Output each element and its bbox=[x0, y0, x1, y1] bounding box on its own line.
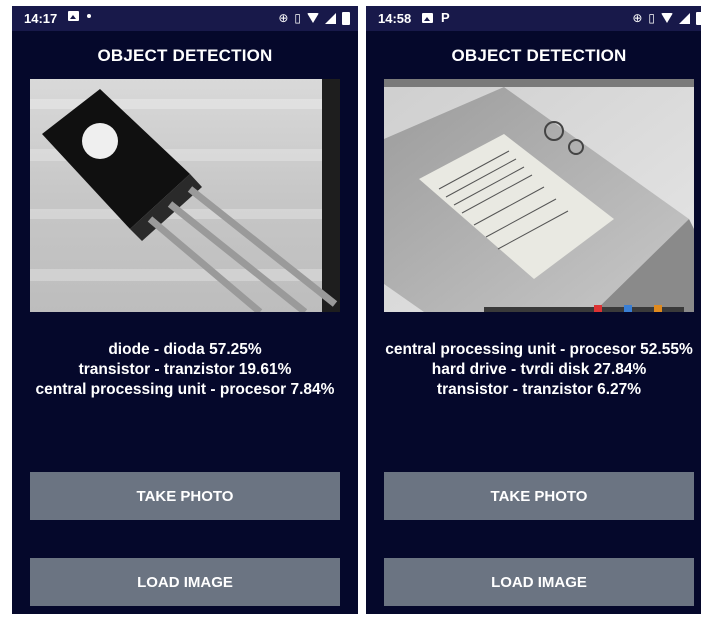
hard-drive-photo bbox=[384, 79, 694, 312]
image-icon bbox=[422, 13, 433, 23]
wifi-icon bbox=[307, 13, 319, 23]
status-time: 14:58 bbox=[378, 11, 412, 26]
wifi-icon bbox=[661, 13, 673, 23]
take-photo-button[interactable]: TAKE PHOTO bbox=[384, 472, 694, 520]
p-icon: P bbox=[441, 10, 450, 25]
status-bar: 14:17 ⊕ ▯ bbox=[12, 6, 358, 31]
result-line: hard drive - tvrdi disk 27.84% bbox=[431, 361, 647, 378]
transistor-photo bbox=[30, 79, 340, 312]
detection-results: diode - dioda 57.25% transistor - tranzi… bbox=[12, 340, 358, 400]
image-icon bbox=[68, 11, 79, 21]
result-line: transistor - tranzistor 19.61% bbox=[78, 361, 292, 378]
phone-screen-right: 14:58 P ⊕ ▯ OBJECT DETECTION central pro… bbox=[366, 6, 701, 614]
signal-icon bbox=[679, 12, 690, 24]
status-bar: 14:58 P ⊕ ▯ bbox=[366, 6, 701, 31]
data-saver-icon: ⊕ bbox=[632, 11, 643, 25]
result-line: central processing unit - procesor 7.84% bbox=[35, 381, 335, 398]
battery-icon bbox=[696, 11, 701, 25]
result-line: central processing unit - procesor 52.55… bbox=[385, 341, 693, 358]
load-image-button[interactable]: LOAD IMAGE bbox=[30, 558, 340, 606]
phone-screen-left: 14:17 ⊕ ▯ OBJECT DETECTION diode - dioda… bbox=[12, 6, 358, 614]
app-title: OBJECT DETECTION bbox=[97, 46, 273, 65]
battery-icon bbox=[342, 11, 350, 25]
status-time: 14:17 bbox=[24, 11, 58, 26]
vibrate-icon: ▯ bbox=[648, 11, 655, 25]
result-line: diode - dioda 57.25% bbox=[108, 341, 262, 358]
dot-icon bbox=[87, 14, 91, 18]
take-photo-button[interactable]: TAKE PHOTO bbox=[30, 472, 340, 520]
transistor-photo-graphic bbox=[30, 79, 340, 312]
data-saver-icon: ⊕ bbox=[278, 11, 289, 25]
signal-icon bbox=[325, 12, 336, 24]
hard-drive-photo-graphic bbox=[384, 79, 694, 312]
detection-results: central processing unit - procesor 52.55… bbox=[366, 340, 701, 400]
app-title: OBJECT DETECTION bbox=[451, 46, 627, 65]
load-image-button[interactable]: LOAD IMAGE bbox=[384, 558, 694, 606]
result-line: transistor - tranzistor 6.27% bbox=[436, 381, 642, 398]
vibrate-icon: ▯ bbox=[294, 11, 301, 25]
